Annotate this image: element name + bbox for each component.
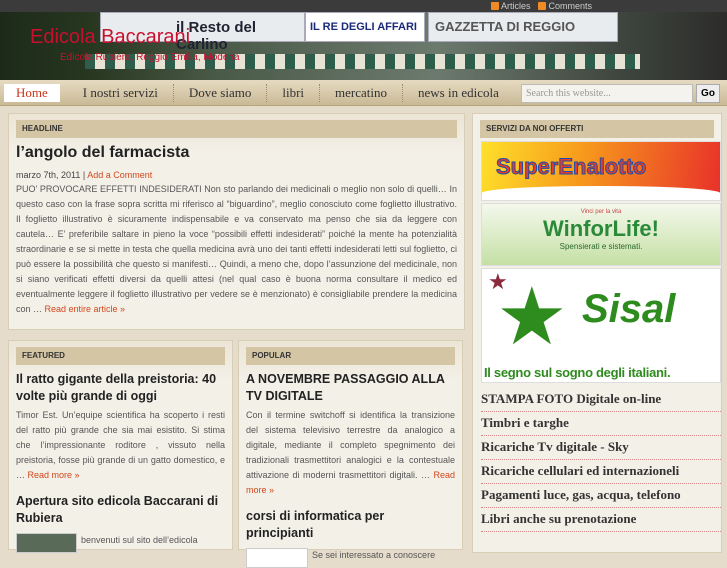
sign-re-affari: IL RE DEGLI AFFARI: [305, 12, 425, 42]
read-more-link[interactable]: Read more »: [28, 470, 80, 480]
winforlife-tagline: Vinci per la vita: [580, 209, 622, 215]
superenalotto-banner[interactable]: SuperEnalotto: [481, 141, 721, 201]
rss-icon: [538, 2, 547, 10]
nav-libri[interactable]: libri: [267, 83, 321, 102]
post-date: marzo 7th, 2011: [16, 170, 81, 180]
nav-servizi[interactable]: I nostri servizi: [68, 83, 174, 102]
add-comment-link[interactable]: Add a Comment: [87, 170, 152, 180]
site-subtitle: Edicola Rubiera, Reggio Emilia, Modena: [60, 52, 240, 63]
featured-section: FEATURED Il ratto gigante della preistor…: [8, 340, 233, 553]
sisal-slogan: Il segno sul sogno degli italiani.: [484, 365, 671, 380]
top-bar: Articles Comments: [0, 0, 727, 12]
post-excerpt: Con il termine switchoff si identifica l…: [246, 410, 455, 480]
nav-news[interactable]: news in edicola: [403, 84, 514, 102]
service-item[interactable]: Timbri e targhe: [481, 412, 721, 436]
winforlife-subtitle: Spensierati e sistemati.: [559, 242, 643, 251]
section-label: SERVIZI DA NOI OFFERTI: [480, 120, 714, 138]
post-thumbnail[interactable]: [246, 548, 308, 568]
search-go-button[interactable]: Go: [696, 84, 720, 103]
service-item[interactable]: STAMPA FOTO Digitale on-line: [481, 388, 721, 412]
service-item[interactable]: Libri anche su prenotazione: [481, 508, 721, 532]
section-label: HEADLINE: [16, 120, 457, 138]
post-thumbnail[interactable]: [16, 533, 77, 553]
section-label: FEATURED: [16, 347, 225, 365]
winforlife-banner[interactable]: Vinci per la vita WinforLife! Spensierat…: [481, 203, 721, 266]
service-item[interactable]: Ricariche Tv digitale - Sky: [481, 436, 721, 460]
site-header: il Resto del Carlino IL RE DEGLI AFFARI …: [0, 12, 727, 80]
post-excerpt: benvenuti sul sito dell’edicola: [81, 535, 198, 545]
rss-icon: [490, 2, 499, 10]
nav-mercatino[interactable]: mercatino: [320, 83, 403, 102]
post-title[interactable]: Il ratto gigante della preistoria: 40 vo…: [16, 371, 225, 405]
sign-gazzetta: GAZZETTA DI REGGIO: [428, 12, 618, 42]
sisal-logo: Sisal: [582, 287, 676, 331]
popular-section: POPULAR A NOVEMBRE PASSAGGIO ALLA TV DIG…: [238, 340, 463, 568]
services-list: STAMPA FOTO Digitale on-line Timbri e ta…: [481, 388, 721, 532]
service-item[interactable]: Ricariche cellulari ed internazioneli: [481, 460, 721, 484]
post-title[interactable]: Apertura sito edicola Baccarani di Rubie…: [16, 493, 225, 527]
nav-dove-siamo[interactable]: Dove siamo: [174, 83, 268, 102]
post-excerpt: Se sei interessato a conoscere: [312, 550, 436, 560]
comments-feed-link[interactable]: Comments: [538, 0, 592, 12]
read-more-link[interactable]: Read entire article »: [45, 304, 126, 314]
sidebar: SERVIZI DA NOI OFFERTI SuperEnalotto Vin…: [472, 113, 722, 553]
search-input[interactable]: Search this website...: [521, 84, 693, 103]
sisal-star-icon: ★: [496, 272, 568, 361]
section-label: POPULAR: [246, 347, 455, 365]
sisal-banner[interactable]: ★ ★ Sisal Il segno sul sogno degli itali…: [481, 268, 721, 383]
post-title[interactable]: A NOVEMBRE PASSAGGIO ALLA TV DIGITALE: [246, 371, 455, 405]
headline-section: HEADLINE l’angolo del farmacista marzo 7…: [8, 113, 465, 330]
site-title[interactable]: Edicola Baccarani: [30, 26, 190, 49]
articles-feed-link[interactable]: Articles: [490, 0, 530, 12]
nav-home[interactable]: Home: [4, 83, 60, 102]
superenalotto-logo: SuperEnalotto: [495, 154, 647, 180]
service-item[interactable]: Pagamenti luce, gas, acqua, telefono: [481, 484, 721, 508]
post-excerpt: PUO’ PROVOCARE EFFETTI INDESIDERATI Non …: [16, 184, 457, 314]
winforlife-logo: WinforLife!: [543, 216, 659, 241]
post-title[interactable]: l’angolo del farmacista: [16, 144, 457, 162]
post-title[interactable]: corsi di informatica per principianti: [246, 508, 455, 542]
